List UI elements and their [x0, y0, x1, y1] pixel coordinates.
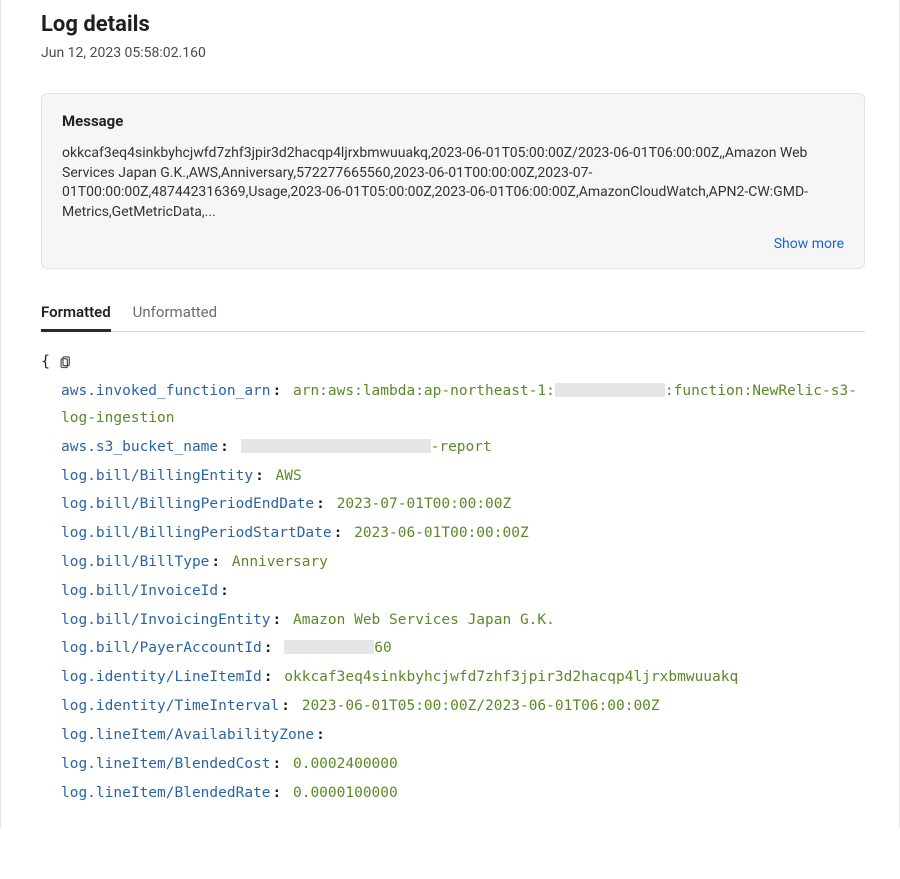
kv-value: Anniversary	[232, 554, 328, 570]
kv-key: log.bill/BillingEntity	[61, 468, 253, 484]
kv-value: 0.0000100000	[293, 785, 398, 801]
log-timestamp: Jun 12, 2023 05:58:02.160	[41, 45, 865, 61]
kv-invoicing-entity: log.bill/InvoicingEntity: Amazon Web Ser…	[61, 607, 865, 634]
kv-value: AWS	[276, 468, 302, 484]
kv-value: 2023-07-01T00:00:00Z	[337, 496, 512, 512]
kv-value: okkcaf3eq4sinkbyhcjwfd7zhf3jpir3d2hacqp4…	[284, 669, 738, 685]
kv-value: Amazon Web Services Japan G.K.	[293, 612, 555, 628]
kv-value: 2023-06-01T00:00:00Z	[354, 525, 529, 541]
kv-key: log.bill/BillingPeriodEndDate	[61, 496, 314, 512]
kv-key: log.lineItem/BlendedCost	[61, 756, 271, 772]
redacted	[241, 439, 431, 453]
message-heading: Message	[62, 112, 844, 130]
tab-formatted[interactable]: Formatted	[41, 303, 111, 331]
kv-value: 0.0002400000	[293, 756, 398, 772]
kv-availability-zone: log.lineItem/AvailabilityZone:	[61, 722, 865, 749]
copy-icon[interactable]	[58, 355, 73, 370]
kv-key: log.lineItem/BlendedRate	[61, 785, 271, 801]
kv-key: aws.invoked_function_arn	[61, 383, 271, 399]
kv-key: log.bill/InvoiceId	[61, 583, 218, 599]
kv-billing-period-end: log.bill/BillingPeriodEndDate: 2023-07-0…	[61, 491, 865, 518]
kv-key: log.lineItem/AvailabilityZone	[61, 727, 314, 743]
redacted	[284, 640, 374, 654]
kv-key: log.bill/BillType	[61, 554, 209, 570]
tab-unformatted[interactable]: Unformatted	[133, 303, 217, 331]
tabs: Formatted Unformatted	[41, 303, 865, 332]
kv-key: log.identity/LineItemId	[61, 669, 262, 685]
kv-line-item-id: log.identity/LineItemId: okkcaf3eq4sinkb…	[61, 664, 865, 691]
kv-bill-type: log.bill/BillType: Anniversary	[61, 549, 865, 576]
kv-invoice-id: log.bill/InvoiceId:	[61, 578, 865, 605]
kv-billing-entity: log.bill/BillingEntity: AWS	[61, 463, 865, 490]
kv-list: aws.invoked_function_arn: arn:aws:lambda…	[41, 378, 865, 806]
kv-key: log.bill/InvoicingEntity	[61, 612, 271, 628]
kv-value: 60	[284, 640, 391, 656]
kv-billing-period-start: log.bill/BillingPeriodStartDate: 2023-06…	[61, 520, 865, 547]
kv-s3-bucket-name: aws.s3_bucket_name: -report	[61, 434, 865, 461]
formatted-block: { aws.invoked_function_arn: arn:aws:lamb…	[41, 348, 865, 806]
kv-time-interval: log.identity/TimeInterval: 2023-06-01T05…	[61, 693, 865, 720]
kv-key: aws.s3_bucket_name	[61, 439, 218, 455]
kv-key: log.bill/BillingPeriodStartDate	[61, 525, 332, 541]
kv-invoked-function-arn: aws.invoked_function_arn: arn:aws:lambda…	[61, 378, 865, 432]
message-body: okkcaf3eq4sinkbyhcjwfd7zhf3jpir3d2hacqp4…	[62, 144, 844, 222]
message-box: Message okkcaf3eq4sinkbyhcjwfd7zhf3jpir3…	[41, 93, 865, 269]
kv-key: log.identity/TimeInterval	[61, 698, 279, 714]
kv-payer-account-id: log.bill/PayerAccountId: 60	[61, 635, 865, 662]
kv-value: -report	[241, 439, 492, 455]
log-details-page: Log details Jun 12, 2023 05:58:02.160 Me…	[0, 0, 900, 828]
brace-open: {	[41, 348, 50, 376]
redacted	[555, 383, 665, 397]
page-title: Log details	[41, 12, 865, 37]
kv-key: log.bill/PayerAccountId	[61, 640, 262, 656]
show-more-link[interactable]: Show more	[774, 236, 844, 252]
kv-value: 2023-06-01T05:00:00Z/2023-06-01T06:00:00…	[302, 698, 660, 714]
kv-blended-cost: log.lineItem/BlendedCost: 0.0002400000	[61, 751, 865, 778]
kv-blended-rate: log.lineItem/BlendedRate: 0.0000100000	[61, 780, 865, 807]
